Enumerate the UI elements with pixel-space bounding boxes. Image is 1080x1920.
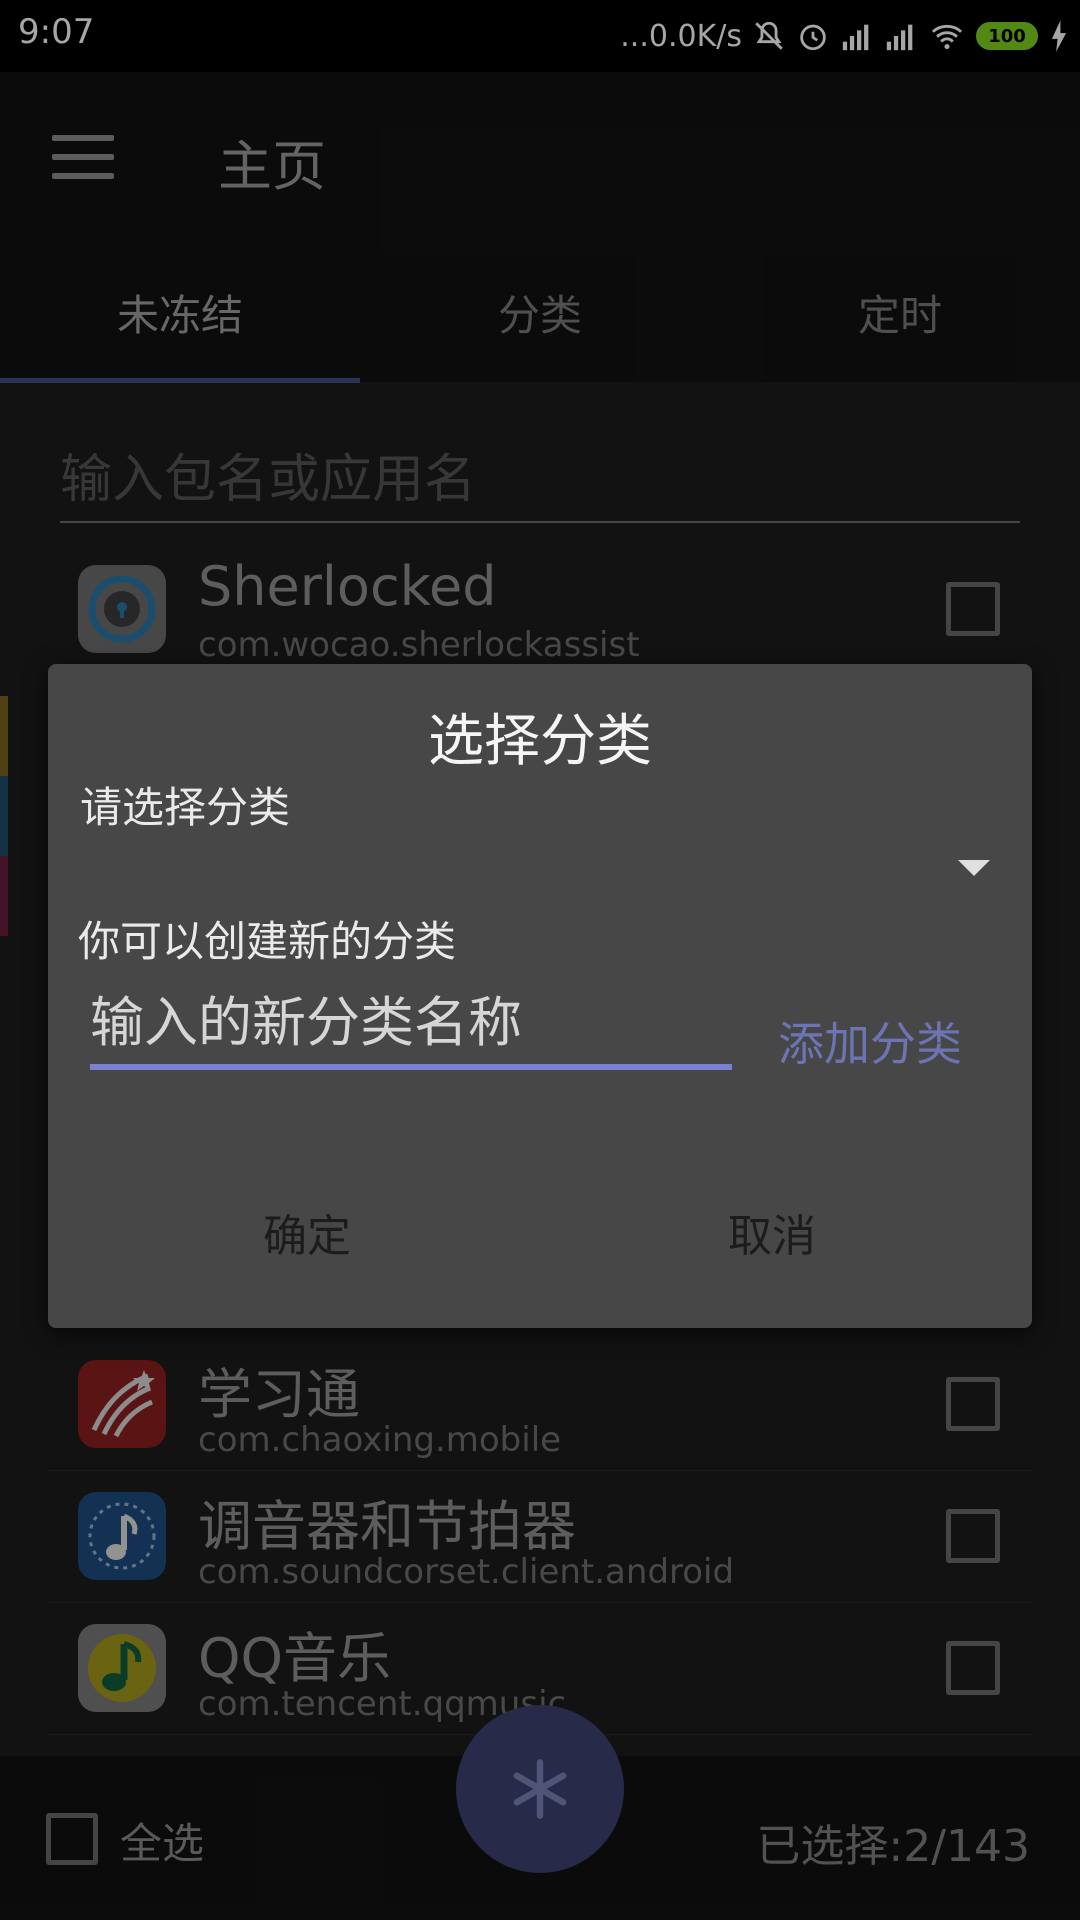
select-category-dialog: 选择分类 请选择分类 你可以创建新的分类 输入的新分类名称 添加分类 确定 取消 <box>48 664 1032 1328</box>
ok-button[interactable]: 确定 <box>263 1200 351 1264</box>
dropdown-arrow-icon <box>958 860 990 876</box>
dialog-title: 选择分类 <box>428 709 652 774</box>
create-category-label: 你可以创建新的分类 <box>78 917 457 966</box>
add-category-button[interactable]: 添加分类 <box>778 1008 962 1074</box>
new-category-input[interactable]: 输入的新分类名称 <box>90 990 732 1070</box>
category-spinner[interactable] <box>80 836 1000 908</box>
cancel-button[interactable]: 取消 <box>728 1200 816 1264</box>
select-category-label: 请选择分类 <box>80 783 291 832</box>
